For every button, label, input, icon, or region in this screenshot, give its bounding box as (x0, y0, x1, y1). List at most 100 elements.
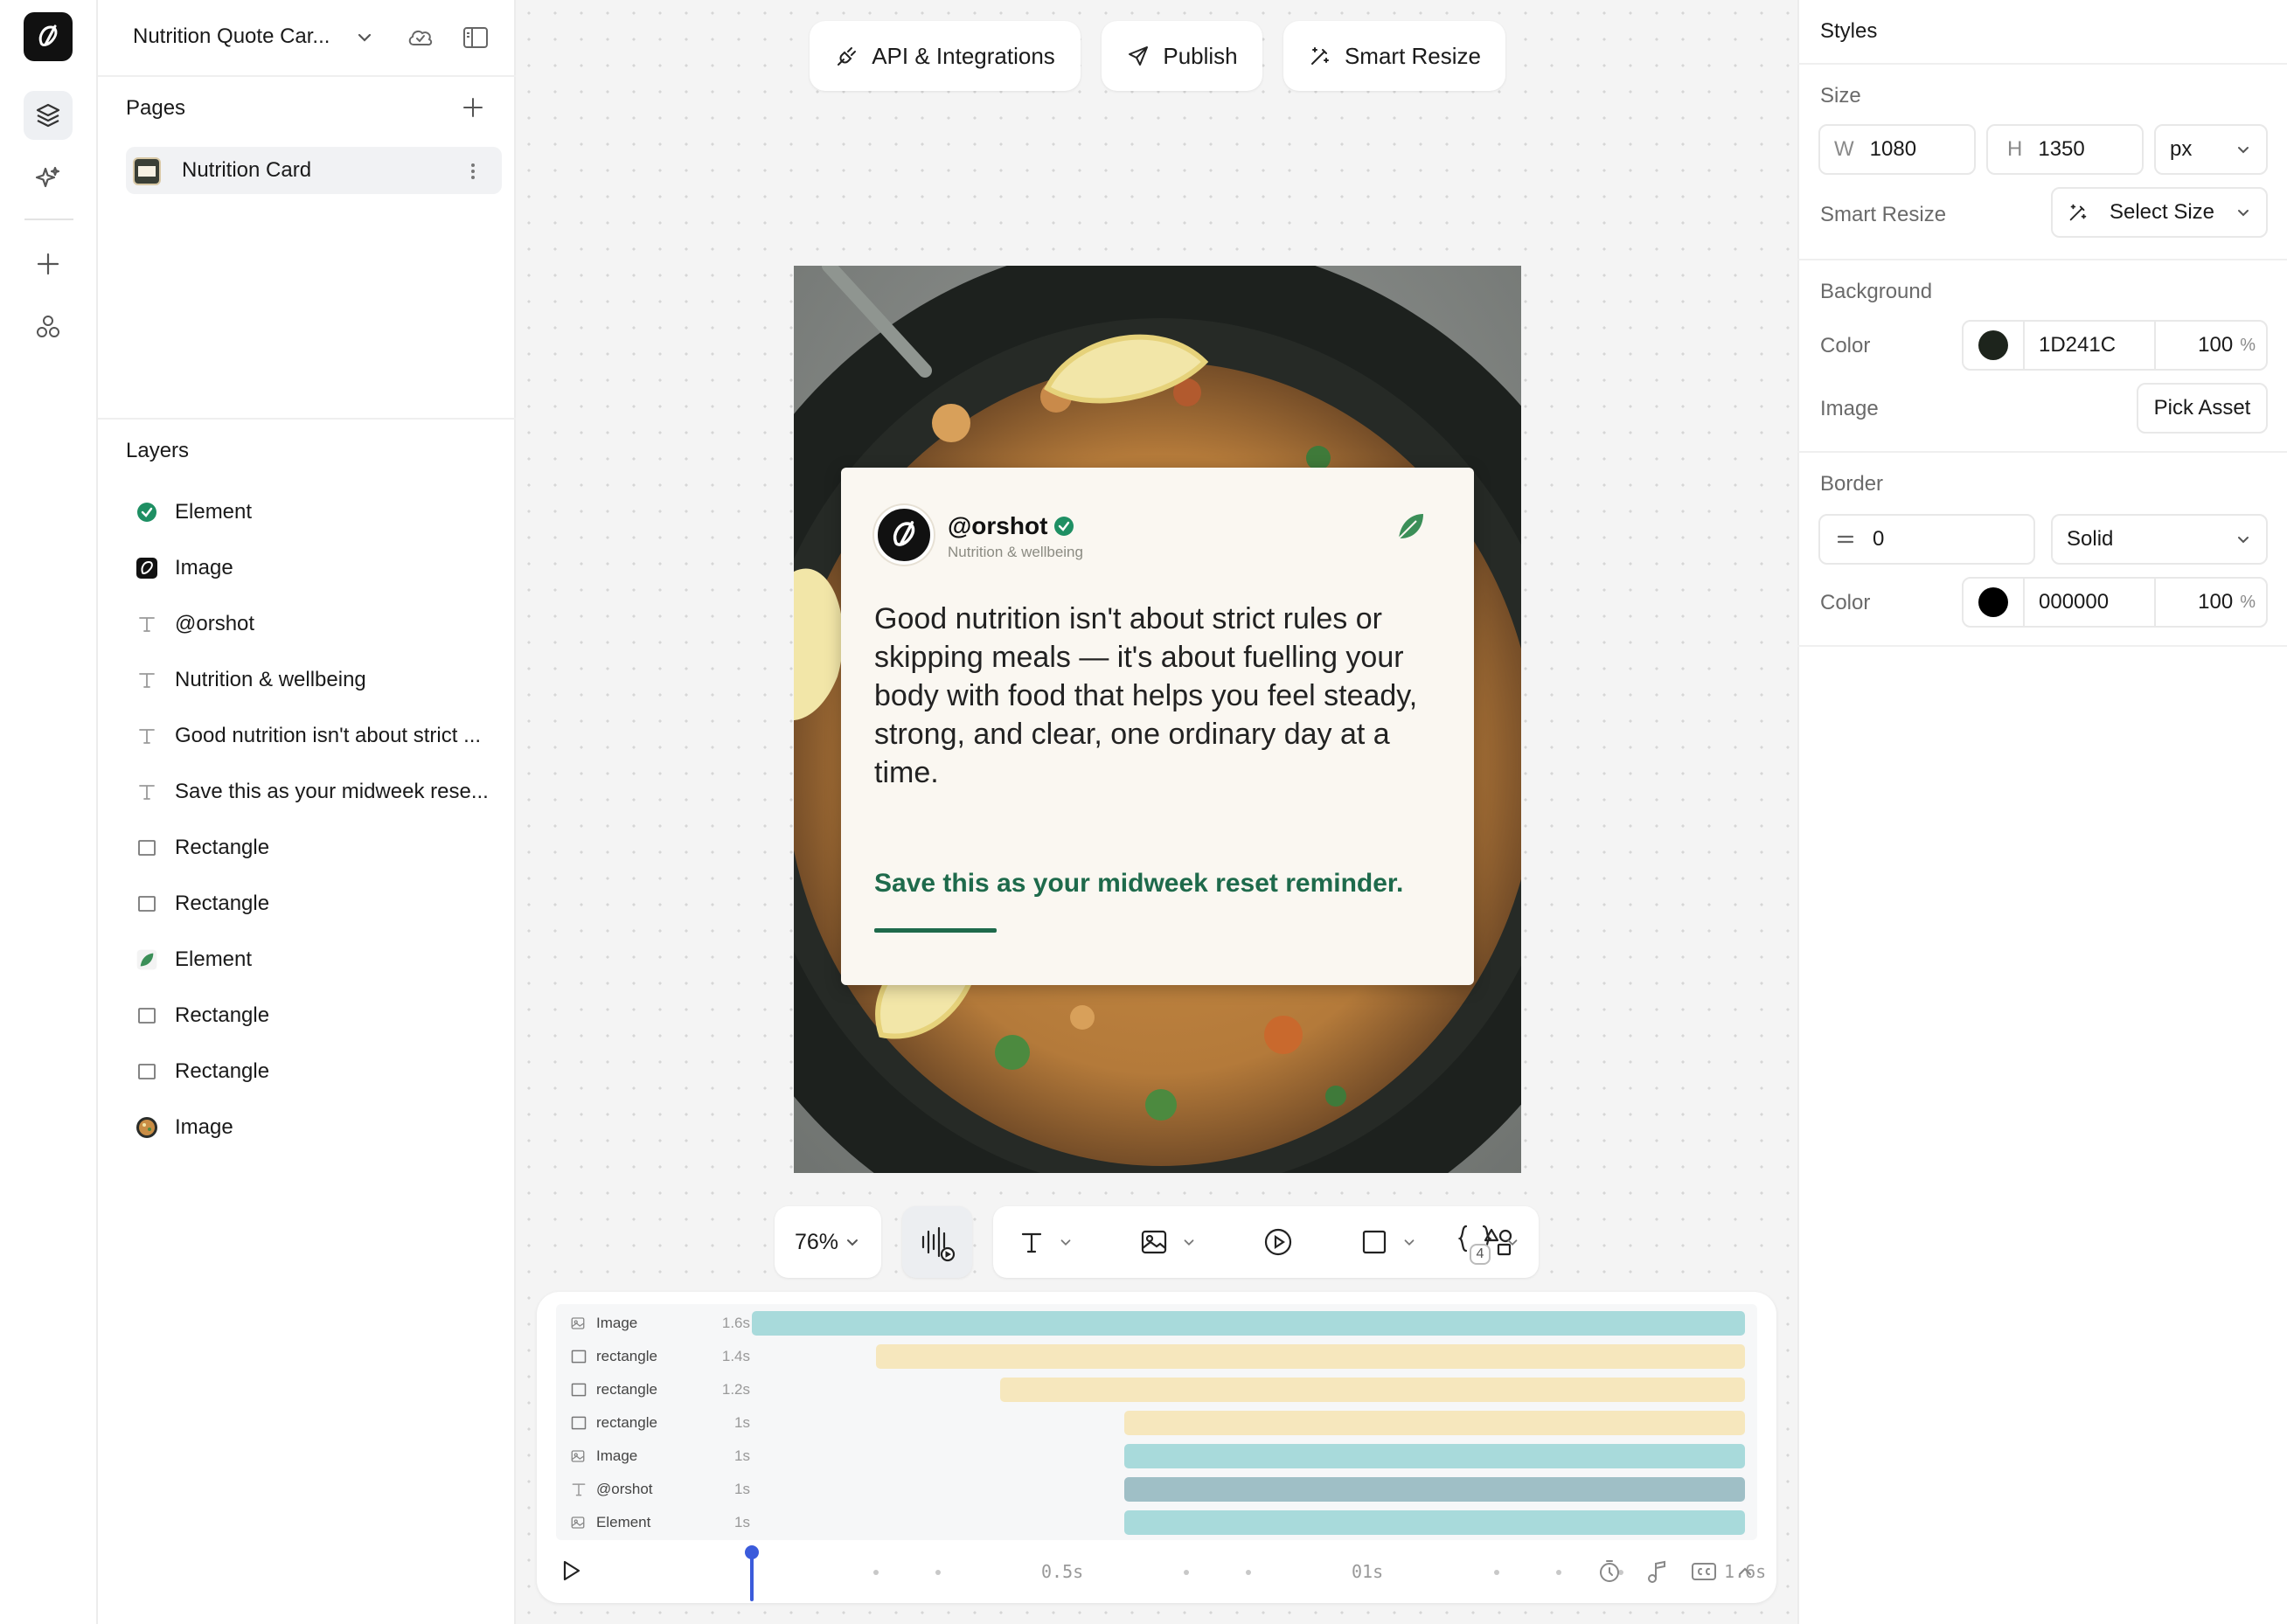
zoom-select[interactable]: 76% (775, 1206, 881, 1278)
app-logo-icon[interactable] (24, 12, 73, 61)
text-icon (135, 668, 159, 692)
timeline-row[interactable]: Image 1s (570, 1440, 750, 1472)
layer-label: @orshot (175, 612, 255, 635)
border-color-input[interactable]: 000000 100 % (1962, 577, 2268, 628)
timeline-tick-dot (873, 1570, 879, 1575)
background-color-input[interactable]: 1D241C 100 % (1962, 320, 2268, 371)
cta-underline (874, 928, 997, 933)
layer-item[interactable]: Good nutrition isn't about strict ... (126, 710, 502, 762)
add-page-icon[interactable] (460, 94, 486, 121)
text-icon (1021, 1232, 1042, 1253)
layers-icon[interactable] (24, 91, 73, 140)
background-color-swatch[interactable] (1964, 322, 2025, 369)
timeline-row[interactable]: Element 1s (570, 1507, 750, 1538)
page-thumbnail (133, 157, 161, 185)
border-width-input[interactable]: 0 (1818, 514, 2035, 565)
verified-badge-icon (135, 500, 159, 524)
smart-resize-label: Smart Resize (1344, 42, 1482, 69)
chevron-up-icon[interactable] (1734, 1561, 1755, 1582)
timeline-row[interactable]: rectangle 1.4s (570, 1341, 750, 1372)
timeline-row[interactable]: @orshot 1s (570, 1474, 750, 1505)
background-opacity[interactable]: 100 % (2156, 333, 2266, 357)
unit-value: px (2170, 137, 2193, 161)
color-swatch (1978, 587, 2008, 617)
timeline-clip[interactable] (1124, 1477, 1745, 1502)
border-hex[interactable]: 000000 (2025, 579, 2156, 626)
width-input[interactable]: W 1080 (1818, 124, 1976, 175)
pick-asset-button[interactable]: Pick Asset (2137, 383, 2268, 434)
border-width-value: 0 (1873, 527, 1885, 551)
ai-sparkle-icon[interactable] (24, 154, 73, 203)
add-video-tool[interactable] (1262, 1226, 1294, 1258)
layer-item[interactable]: Element (126, 486, 502, 538)
publish-button[interactable]: Publish (1102, 21, 1262, 91)
border-color-swatch[interactable] (1964, 579, 2025, 626)
layer-label: Rectangle (175, 1059, 270, 1083)
size-title: Size (1820, 84, 1861, 108)
timeline-row[interactable]: rectangle 1.2s (570, 1374, 750, 1405)
cloud-sync-icon[interactable] (406, 23, 435, 52)
add-icon[interactable] (24, 239, 73, 288)
page-label: Nutrition Card (182, 158, 312, 182)
layer-item[interactable]: Nutrition & wellbeing (126, 654, 502, 706)
chevron-down-icon (1505, 1234, 1520, 1250)
timeline-row-label: rectangle (596, 1348, 657, 1364)
timeline-clip[interactable] (1124, 1411, 1745, 1435)
chevron-down-icon[interactable] (353, 26, 376, 49)
smart-resize-button[interactable]: Smart Resize (1283, 21, 1505, 91)
add-image-tool[interactable] (1139, 1227, 1197, 1257)
select-size-dropdown[interactable]: Select Size (2051, 187, 2268, 238)
layer-item[interactable]: Image (126, 1101, 502, 1154)
music-note-icon[interactable] (1645, 1558, 1670, 1585)
card-handle-text: @orshot (948, 512, 1048, 539)
layer-item[interactable]: @orshot (126, 598, 502, 650)
add-shape-tool[interactable] (1359, 1227, 1417, 1257)
timeline-clip[interactable] (876, 1344, 1745, 1369)
project-title[interactable]: Nutrition Quote Car... (133, 24, 330, 49)
background-hex[interactable]: 1D241C (2025, 322, 2156, 369)
background-image-label: Image (1820, 397, 1879, 420)
timer-icon[interactable] (1596, 1558, 1623, 1585)
play-icon[interactable] (558, 1558, 584, 1584)
food-image-icon (135, 1115, 159, 1140)
timeline-clip[interactable] (752, 1311, 1745, 1336)
unit-select[interactable]: px (2154, 124, 2268, 175)
layer-item[interactable]: Element (126, 933, 502, 986)
api-integrations-button[interactable]: API & Integrations (810, 21, 1081, 91)
layer-item[interactable]: Rectangle (126, 822, 502, 874)
border-opacity[interactable]: 100 % (2156, 590, 2266, 614)
select-size-label: Select Size (2109, 200, 2215, 224)
timeline-row-label: rectangle (596, 1414, 657, 1431)
styles-divider (1797, 63, 2287, 65)
timeline-clip[interactable] (1000, 1378, 1745, 1402)
magic-wand-icon (2067, 201, 2089, 224)
border-style-select[interactable]: Solid (2051, 514, 2268, 565)
timeline-row[interactable]: Image 1.6s (570, 1308, 750, 1339)
timeline-row[interactable]: rectangle 1s (570, 1407, 750, 1439)
layer-label: Element (175, 500, 253, 524)
rectangle-icon (135, 892, 159, 916)
timeline-row-duration: 1.6s (721, 1315, 750, 1331)
timeline-clip[interactable] (1124, 1510, 1745, 1535)
variables-button[interactable]: 4 (1435, 1206, 1540, 1278)
audio-button[interactable] (902, 1206, 972, 1278)
add-text-tool[interactable] (1018, 1228, 1074, 1256)
rectangle-icon (570, 1412, 587, 1433)
layer-item[interactable]: Rectangle (126, 989, 502, 1042)
timeline-playhead[interactable] (743, 1545, 761, 1601)
image-icon (570, 1448, 587, 1464)
chevron-down-icon (2235, 531, 2252, 548)
text-icon (135, 612, 159, 636)
layer-item[interactable]: Save this as your midweek rese... (126, 766, 502, 818)
components-icon[interactable] (24, 302, 73, 351)
timeline-clip[interactable] (1124, 1444, 1745, 1468)
sidebar-toggle-icon[interactable] (462, 24, 490, 51)
chevron-down-icon (2235, 204, 2252, 221)
height-label: H (2007, 137, 2023, 161)
layer-item[interactable]: Rectangle (126, 878, 502, 930)
captions-icon[interactable] (1691, 1561, 1717, 1582)
layer-item[interactable]: Image (126, 542, 502, 594)
layer-item[interactable]: Rectangle (126, 1045, 502, 1098)
height-input[interactable]: H 1350 (1986, 124, 2144, 175)
page-more-icon[interactable] (469, 159, 477, 184)
